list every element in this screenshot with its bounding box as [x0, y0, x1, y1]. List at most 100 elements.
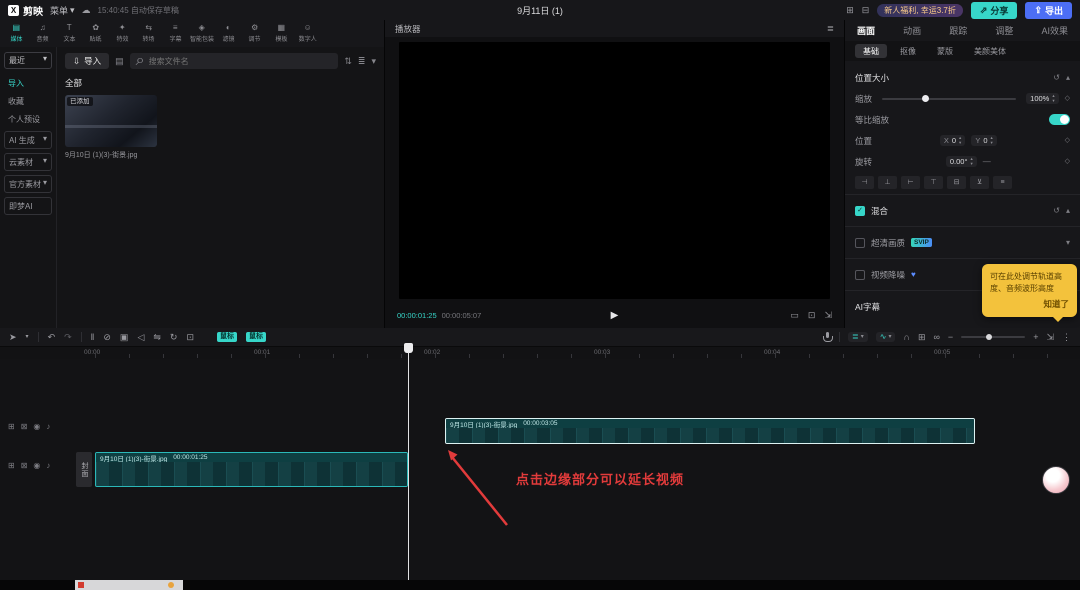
sidebar-item-cloud-assets[interactable]: 云素材 ▾: [4, 153, 52, 171]
sidebar-item-presets[interactable]: 个人预设: [4, 111, 52, 127]
zoom-out-button[interactable]: −: [948, 332, 953, 342]
assistant-avatar[interactable]: [1042, 466, 1070, 494]
align-center-h-icon[interactable]: ⊟: [947, 176, 966, 189]
play-button[interactable]: ▶: [611, 310, 619, 321]
resource-tab-sticker[interactable]: ✿ 贴纸: [83, 24, 110, 43]
canvas-ratio-icon[interactable]: ▭: [790, 311, 799, 320]
tab-tracking[interactable]: 跟踪: [949, 24, 967, 37]
resource-tab-templates[interactable]: ▦ 模板: [268, 24, 295, 43]
share-button[interactable]: ⇗ 分享: [970, 1, 1018, 19]
select-tool-chevron-icon[interactable]: ▾: [26, 334, 29, 340]
fit-timeline-button[interactable]: ⇲: [1046, 332, 1054, 342]
stepper[interactable]: ▴ ▾: [991, 135, 993, 146]
import-button[interactable]: ⇩ 导入: [65, 53, 110, 69]
freeze-frame-button[interactable]: ▣: [120, 332, 129, 342]
sidebar-item-official-assets[interactable]: 官方素材 ▾: [4, 175, 52, 193]
media-card[interactable]: 已添加 9月10日 (1)(3)-街景.jpg: [65, 95, 157, 160]
subtab-mask[interactable]: 蒙版: [929, 44, 961, 58]
stepper[interactable]: ▴ ▾: [959, 135, 961, 146]
resource-tab-effects[interactable]: ✦ 特效: [109, 24, 136, 43]
select-tool-button[interactable]: ➤: [9, 332, 17, 342]
rotate-dial-icon[interactable]: —: [983, 157, 991, 166]
player-menu-icon[interactable]: ≣: [827, 24, 834, 33]
uniform-scale-toggle[interactable]: [1049, 114, 1070, 125]
linkage-toggle[interactable]: ∞: [934, 332, 940, 342]
crop-button[interactable]: ⊡: [186, 332, 194, 342]
timeline-ruler[interactable]: 00:00 00:01 00:02 00:03 00:04 00:05: [0, 346, 1080, 359]
timeline-more-button[interactable]: ⋮: [1062, 332, 1071, 342]
resource-tab-adjust[interactable]: ⚙ 调节: [242, 24, 269, 43]
sidebar-item-ai-generate[interactable]: AI 生成 ▾: [4, 131, 52, 149]
snap-toggle[interactable]: ⊞: [918, 332, 926, 342]
rotate-button[interactable]: ↻: [170, 332, 178, 342]
zoom-in-button[interactable]: +: [1033, 332, 1038, 342]
scale-value-box[interactable]: 100% ▴ ▾: [1026, 93, 1059, 104]
keyframe-icon[interactable]: ◇: [1065, 95, 1070, 102]
collapse-icon[interactable]: ▴: [1066, 73, 1070, 82]
align-top-icon[interactable]: ⊤: [924, 176, 943, 189]
slider-knob[interactable]: [985, 333, 992, 340]
recent-dropdown[interactable]: 最近 ▾: [4, 52, 52, 69]
align-bottom-icon[interactable]: ⊻: [970, 176, 989, 189]
redo-button[interactable]: ↷: [64, 332, 72, 342]
split-button[interactable]: ‖: [91, 332, 95, 342]
tab-adjust[interactable]: 调整: [995, 24, 1013, 37]
step-down-icon[interactable]: ▾: [1052, 98, 1054, 104]
blend-checkbox[interactable]: ✓: [855, 205, 865, 216]
sort-icon[interactable]: ⇅: [344, 56, 352, 66]
fullscreen-icon[interactable]: ⇲: [824, 311, 832, 320]
adapt-icon[interactable]: ⊡: [808, 311, 816, 320]
resource-tab-media[interactable]: ▤ 媒体: [3, 24, 30, 43]
sound-wave-button[interactable]: ∿ ▾: [875, 332, 896, 342]
menu-button[interactable]: 菜单 ▾: [50, 4, 75, 17]
playhead[interactable]: [404, 343, 413, 580]
promo-badge[interactable]: 新人福利, 幸运3.7折: [877, 3, 963, 17]
hd-quality-checkbox[interactable]: [855, 237, 865, 248]
tooltip-ok-button[interactable]: 知道了: [990, 298, 1069, 311]
auto-beat-button[interactable]: ≣ ▾: [848, 332, 868, 342]
media-thumbnail[interactable]: 已添加: [65, 95, 157, 147]
display-icon[interactable]: ⊟: [862, 5, 870, 15]
subtab-cutout[interactable]: 抠像: [892, 44, 924, 58]
view-toggle-icon[interactable]: ▤: [115, 56, 124, 66]
timeline-zoom-slider[interactable]: [961, 333, 1026, 340]
reset-icon[interactable]: ↺: [1053, 206, 1060, 215]
step-down-icon[interactable]: ▾: [970, 161, 972, 167]
mouse-mode-badge[interactable]: 鼠标: [217, 332, 237, 342]
align-left-icon[interactable]: ⊣: [855, 176, 874, 189]
list-view-icon[interactable]: ≣: [358, 56, 366, 66]
collapse-icon[interactable]: ▴: [1066, 206, 1070, 215]
filter-chevron-icon[interactable]: ▾: [371, 56, 376, 66]
expand-icon[interactable]: ▾: [1066, 238, 1070, 247]
position-x-box[interactable]: X 0 ▴ ▾: [939, 135, 966, 146]
scale-slider[interactable]: [882, 94, 1017, 102]
mouse-mode-badge[interactable]: 鼠标: [246, 332, 266, 342]
export-button[interactable]: ⇪ 导出: [1025, 1, 1072, 19]
step-down-icon[interactable]: ▾: [959, 140, 961, 146]
timeline-tracks[interactable]: ⊞ ⊠ ◉ ♪ ⊞ ⊠ ◉ ♪ 封面 9月10日 (1)(3)-街景.jpg 0…: [0, 359, 1080, 580]
tab-animation[interactable]: 动画: [903, 24, 921, 37]
delete-button[interactable]: ⊘: [103, 332, 111, 342]
slider-knob[interactable]: [922, 94, 930, 102]
record-audio-button[interactable]: [823, 331, 834, 343]
undo-button[interactable]: ↶: [48, 332, 56, 342]
sidebar-item-import[interactable]: 导入: [4, 75, 52, 91]
align-middle-v-icon[interactable]: ⊥: [878, 176, 897, 189]
stepper[interactable]: ▴ ▾: [970, 156, 972, 167]
magnet-toggle[interactable]: ∩: [903, 332, 909, 342]
resource-tab-transition[interactable]: ⇆ 转场: [136, 24, 163, 43]
taskbar-app-icon[interactable]: [168, 582, 174, 588]
reverse-button[interactable]: ◁: [137, 332, 144, 342]
resource-tab-text[interactable]: T 文本: [56, 24, 83, 43]
step-down-icon[interactable]: ▾: [991, 140, 993, 146]
layout-icon[interactable]: ⊞: [846, 5, 854, 15]
reset-icon[interactable]: ↺: [1053, 73, 1060, 82]
tab-picture[interactable]: 画面: [857, 24, 875, 37]
filter-all-label[interactable]: 全部: [65, 77, 376, 89]
video-canvas[interactable]: [399, 42, 830, 299]
align-right-icon[interactable]: ⊢: [901, 176, 920, 189]
resource-tab-digital-human[interactable]: ☺ 数字人: [295, 24, 322, 43]
position-y-box[interactable]: Y 0 ▴ ▾: [971, 135, 997, 146]
sidebar-item-jimeng-ai[interactable]: 即梦AI: [4, 197, 52, 215]
subtab-basic[interactable]: 基础: [855, 44, 887, 58]
